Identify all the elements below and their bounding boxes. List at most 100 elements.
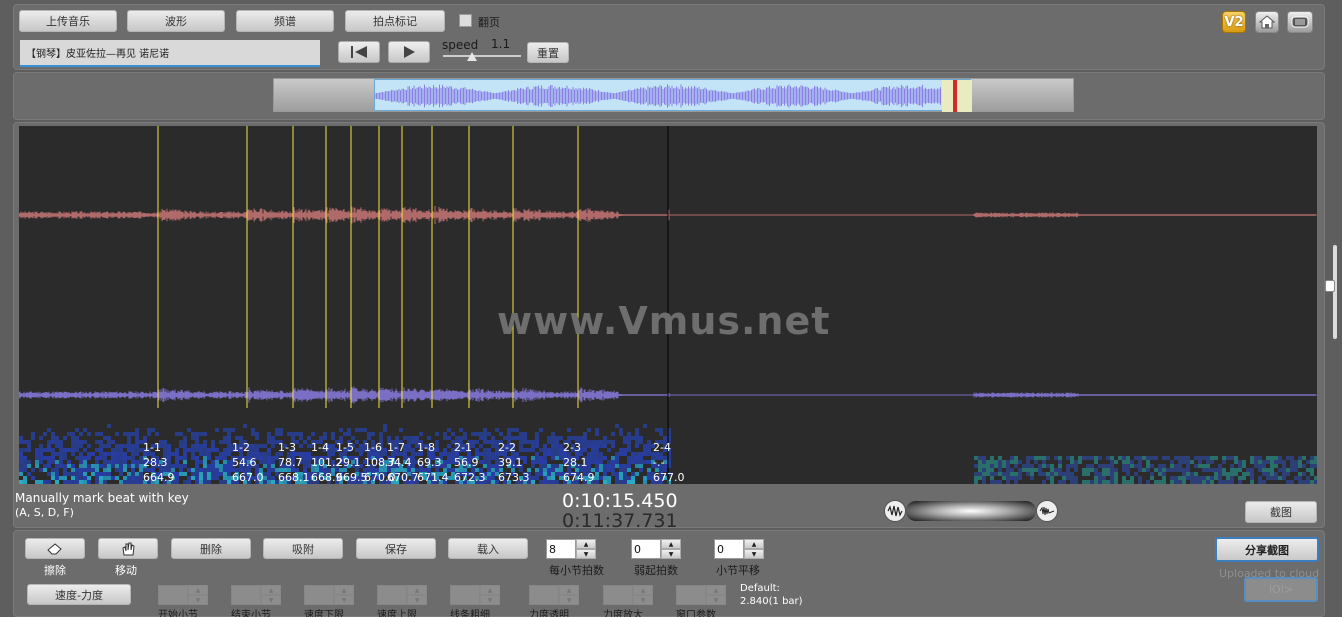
spinner-up-icon[interactable]: ▲ — [706, 585, 726, 595]
spectrum-cell — [1234, 472, 1238, 476]
bar-shift-value[interactable]: 0 — [714, 539, 744, 559]
v2-icon[interactable]: V2 — [1222, 11, 1246, 33]
spinner-up-icon[interactable]: ▲ — [633, 585, 653, 595]
spinner-down-icon[interactable]: ▼ — [744, 549, 764, 559]
fullscreen-icon[interactable] — [1287, 11, 1313, 33]
page-turn-checkbox[interactable] — [459, 14, 472, 27]
screenshot-button[interactable]: 截图 — [1245, 501, 1317, 523]
param-value[interactable] — [676, 585, 706, 605]
spinner-up-icon[interactable]: ▲ — [407, 585, 427, 595]
spinner-up-icon[interactable]: ▲ — [188, 585, 208, 595]
speed-slider-track[interactable] — [443, 55, 521, 57]
param-value[interactable] — [529, 585, 559, 605]
param-stepper[interactable]: ▲ ▼ — [450, 585, 500, 605]
vertical-scrollbar[interactable] — [1333, 245, 1337, 339]
spectrum-cell — [1042, 460, 1046, 464]
hint-text-line1: Manually mark beat with key — [15, 491, 189, 505]
param-value[interactable] — [304, 585, 334, 605]
spectrum-cell — [1182, 480, 1186, 484]
param-value[interactable] — [377, 585, 407, 605]
move-tool-button[interactable] — [98, 538, 158, 559]
param-stepper[interactable]: ▲ ▼ — [158, 585, 208, 605]
param-value[interactable] — [231, 585, 261, 605]
zoom-slider[interactable] — [906, 501, 1036, 521]
param-stepper[interactable]: ▲ ▼ — [603, 585, 653, 605]
spectrum-cell — [1106, 464, 1110, 468]
beats-per-bar-value[interactable]: 8 — [546, 539, 576, 559]
pickup-value[interactable]: 0 — [631, 539, 661, 559]
bar-shift-stepper[interactable]: 0 ▲ ▼ — [714, 539, 764, 559]
param-stepper[interactable]: ▲ ▼ — [529, 585, 579, 605]
spinner-down-icon[interactable]: ▼ — [407, 595, 427, 605]
beats-per-bar-stepper[interactable]: 8 ▲ ▼ — [546, 539, 596, 559]
param-stepper[interactable]: ▲ ▼ — [304, 585, 354, 605]
spectrum-cell — [1126, 468, 1130, 472]
beat-label-id: 1-3 — [278, 441, 296, 454]
spinner-down-icon[interactable]: ▼ — [480, 595, 500, 605]
spectrum-cell — [631, 436, 635, 440]
spinner-up-icon[interactable]: ▲ — [480, 585, 500, 595]
spectrum-cell — [271, 440, 275, 444]
spectrum-cell — [1002, 472, 1006, 476]
spinner-down-icon[interactable]: ▼ — [661, 549, 681, 559]
spectrum-cell — [135, 480, 139, 484]
spectrum-cell — [1270, 472, 1274, 476]
scroll-handle[interactable] — [1325, 280, 1335, 292]
speed-reset-button[interactable]: 重置 — [527, 42, 569, 63]
save-button[interactable]: 保存 — [356, 538, 436, 559]
zoom-out-wave-icon[interactable] — [884, 500, 906, 522]
spinner-down-icon[interactable]: ▼ — [188, 595, 208, 605]
spectrum-cell — [263, 456, 267, 460]
spectrum-cell — [1014, 460, 1018, 464]
spinner-up-icon[interactable]: ▲ — [744, 539, 764, 549]
skip-to-start-button[interactable] — [338, 41, 380, 63]
spinner-down-icon[interactable]: ▼ — [576, 549, 596, 559]
home-icon[interactable] — [1255, 11, 1279, 33]
param-value[interactable] — [450, 585, 480, 605]
spectrum-cell — [1042, 472, 1046, 476]
pickup-stepper[interactable]: 0 ▲ ▼ — [631, 539, 681, 559]
spinner-up-icon[interactable]: ▲ — [559, 585, 579, 595]
spectrum-cell — [1006, 472, 1010, 476]
spectrum-cell — [263, 460, 267, 464]
zoom-in-wave-icon[interactable] — [1036, 500, 1058, 522]
spinner-up-icon[interactable]: ▲ — [576, 539, 596, 549]
spectrum-cell — [1258, 464, 1262, 468]
spectrum-cell — [71, 472, 75, 476]
play-button[interactable] — [388, 41, 430, 63]
speed-slider-thumb[interactable] — [467, 52, 477, 61]
spinner-down-icon[interactable]: ▼ — [261, 595, 281, 605]
param-stepper[interactable]: ▲ ▼ — [377, 585, 427, 605]
spinner-down-icon[interactable]: ▼ — [706, 595, 726, 605]
upload-music-button[interactable]: 上传音乐 — [19, 10, 117, 32]
spinner-down-icon[interactable]: ▼ — [633, 595, 653, 605]
spectrum-cell — [215, 476, 219, 480]
erase-tool-button[interactable] — [25, 538, 85, 559]
spectrum-cell — [203, 440, 207, 444]
spectrum-button[interactable]: 频谱 — [236, 10, 334, 32]
waveform-button[interactable]: 波形 — [127, 10, 225, 32]
spinner-down-icon[interactable]: ▼ — [559, 595, 579, 605]
spectrum-cell — [627, 436, 631, 440]
spectrum-cell — [487, 456, 491, 460]
spinner-up-icon[interactable]: ▲ — [661, 539, 681, 549]
share-screenshot-button[interactable]: 分享截图 — [1215, 537, 1319, 562]
param-stepper[interactable]: ▲ ▼ — [231, 585, 281, 605]
param-stepper[interactable]: ▲ ▼ — [676, 585, 726, 605]
overview-window[interactable] — [374, 79, 972, 112]
beat-label-time: 667.0 — [232, 471, 264, 484]
spectrum-cell — [95, 464, 99, 468]
spectrum-cell — [47, 460, 51, 464]
spectrum-cell — [1314, 464, 1317, 468]
ioi-button[interactable]: IOI> — [1244, 577, 1318, 602]
spinner-up-icon[interactable]: ▲ — [261, 585, 281, 595]
param-value[interactable] — [603, 585, 633, 605]
tempo-dynamics-button[interactable]: 速度-力度 — [27, 584, 131, 605]
spinner-up-icon[interactable]: ▲ — [334, 585, 354, 595]
beat-mark-button[interactable]: 拍点标记 — [345, 10, 445, 32]
load-button[interactable]: 载入 — [448, 538, 528, 559]
delete-button[interactable]: 删除 — [171, 538, 251, 559]
snap-button[interactable]: 吸附 — [263, 538, 343, 559]
spinner-down-icon[interactable]: ▼ — [334, 595, 354, 605]
param-value[interactable] — [158, 585, 188, 605]
